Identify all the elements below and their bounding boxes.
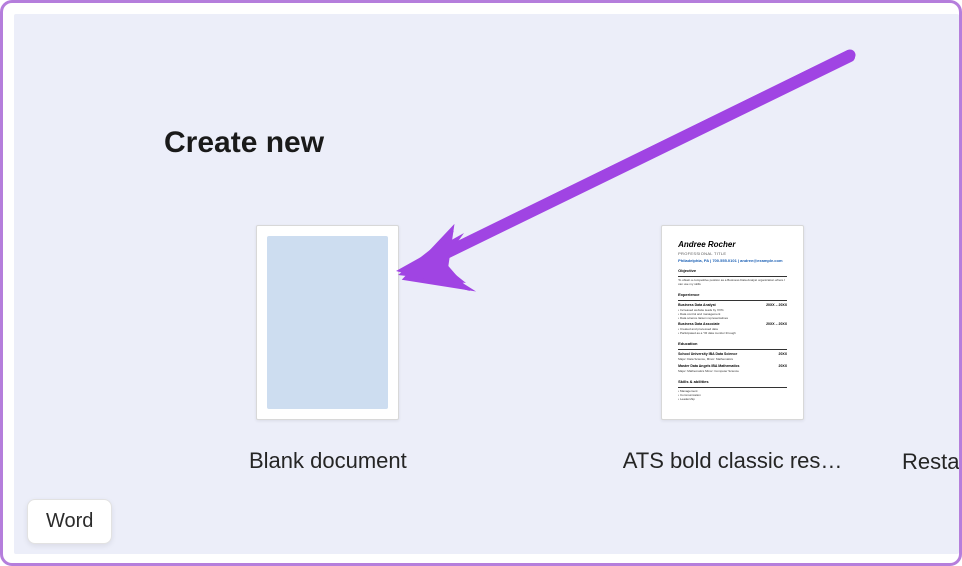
resume-school-row: Master Data Angels IBA Mathematics 20XX (678, 364, 787, 368)
resume-divider (678, 349, 787, 350)
resume-job-row: Business Data Associate 20XX – 20XX (678, 322, 787, 326)
resume-h-objective: Objective (678, 268, 787, 273)
resume-text: • Increased website leads by XX%• Data c… (678, 309, 787, 321)
template-label: ATS bold classic res… (623, 448, 843, 474)
resume-text: Major: Mathematics Minor: Computer Scien… (678, 370, 787, 374)
template-thumb-blank (256, 225, 399, 420)
resume-divider (678, 276, 787, 277)
resume-h-skills: Skills & abilities (678, 379, 787, 384)
resume-preview: Andree Rocher PROFESSIONAL TITLE Philade… (672, 236, 793, 409)
resume-divider (678, 300, 787, 301)
template-ats-resume[interactable]: Andree Rocher PROFESSIONAL TITLE Philade… (623, 225, 843, 474)
template-label: Restau (902, 449, 962, 475)
templates-row: Blank document Andree Rocher PROFESSIONA… (249, 225, 959, 474)
resume-subtitle: PROFESSIONAL TITLE (678, 251, 787, 256)
resume-text: • Management• Communication• Leadership (678, 390, 787, 402)
app-label-badge: Word (27, 499, 112, 544)
blank-page-icon (267, 236, 388, 409)
resume-school-row: School University IBA Data Science 20XX (678, 352, 787, 356)
resume-contact: Philadelphia, PA | 700.555.0101 | andree… (678, 258, 787, 263)
resume-name: Andree Rocher (678, 240, 787, 249)
resume-text: To obtain a competitive position as a Bu… (678, 279, 787, 287)
resume-h-education: Education (678, 341, 787, 346)
section-title: Create new (164, 126, 324, 160)
template-blank-document[interactable]: Blank document (249, 225, 407, 474)
start-panel: Create new Blank document Andree Rocher … (14, 14, 959, 554)
template-thumb-resume: Andree Rocher PROFESSIONAL TITLE Philade… (661, 225, 804, 420)
resume-divider (678, 387, 787, 388)
resume-h-experience: Experience (678, 292, 787, 297)
resume-text: • Created and processed data• Participat… (678, 328, 787, 336)
template-label: Blank document (249, 448, 407, 474)
resume-job-row: Business Data Analyst 20XX – 20XX (678, 303, 787, 307)
resume-text: Major: Data Science, Minor: Mathematics (678, 358, 787, 362)
